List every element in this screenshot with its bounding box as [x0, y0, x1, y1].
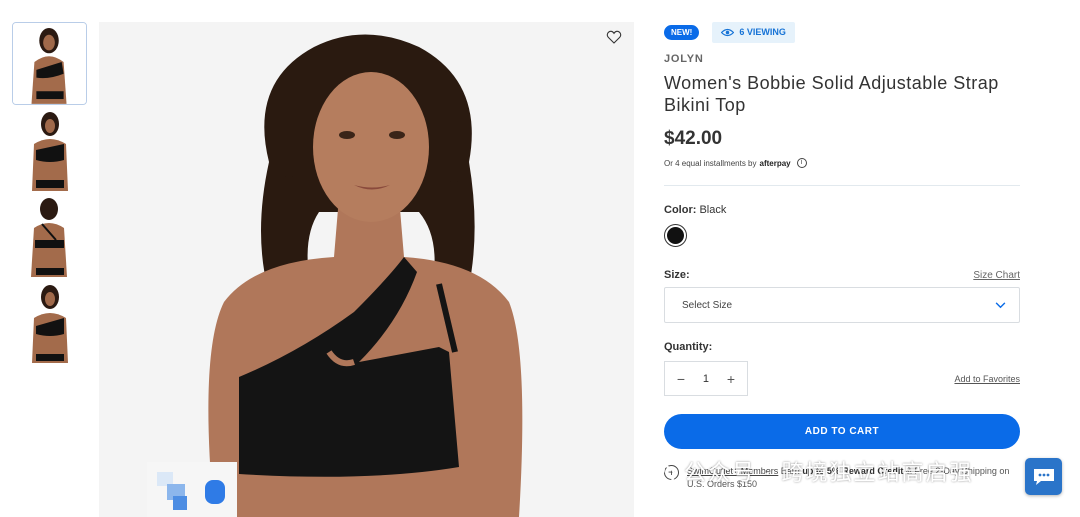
size-select-placeholder: Select Size — [682, 299, 733, 311]
viewing-count: 6 VIEWING — [739, 27, 786, 37]
thumbnail-front-view[interactable] — [12, 22, 87, 105]
quantity-stepper: − 1 + — [664, 361, 748, 396]
size-header: Size: Size Chart — [664, 269, 1020, 281]
color-label: Color: — [664, 204, 697, 216]
product-title: Women's Bobbie Solid Adjustable Strap Bi… — [664, 73, 999, 115]
quantity-label: Quantity: — [664, 341, 713, 353]
product-price: $42.00 — [664, 128, 723, 149]
thumbnail-side-view[interactable] — [12, 280, 87, 363]
quantity-row: − 1 + Add to Favorites — [664, 361, 1020, 396]
installments-info: Or 4 equal installments by afterpay i — [664, 158, 1020, 168]
heart-icon[interactable] — [606, 29, 622, 45]
chat-button[interactable] — [1025, 458, 1062, 495]
chevron-down-icon — [995, 301, 1006, 308]
badge-row: NEW! 6 VIEWING — [664, 22, 1020, 43]
afterpay-logo: afterpay — [759, 158, 791, 168]
thumbnail-angle-view[interactable] — [12, 108, 87, 191]
blurred-overlay — [147, 462, 237, 517]
watermark: 公众号 · 跨境独立站高启强 — [634, 452, 974, 490]
color-selector: Color: Black — [664, 204, 1020, 247]
watermark-text: 公众号 · 跨境独立站高启强 — [684, 460, 974, 485]
viewing-badge: 6 VIEWING — [712, 22, 795, 43]
quantity-value[interactable]: 1 — [703, 373, 709, 385]
wechat-icon — [635, 457, 675, 485]
info-icon[interactable]: i — [796, 158, 807, 168]
add-to-favorites-link[interactable]: Add to Favorites — [954, 374, 1020, 384]
new-badge: NEW! — [664, 25, 700, 40]
eye-icon — [721, 28, 735, 37]
thumbnail-back-view[interactable] — [12, 194, 87, 277]
size-select[interactable]: Select Size — [664, 287, 1020, 323]
installments-text: Or 4 equal installments by — [664, 158, 757, 168]
product-info-panel: NEW! 6 VIEWING JOLYN Women's Bobbie Soli… — [664, 22, 1020, 491]
divider — [664, 185, 1020, 186]
chat-icon — [1033, 468, 1054, 485]
thumbnail-list — [12, 22, 88, 366]
size-chart-link[interactable]: Size Chart — [973, 270, 1020, 281]
add-to-cart-button[interactable]: ADD TO CART — [664, 414, 1020, 449]
quantity-decrease-button[interactable]: − — [671, 371, 691, 387]
color-value: Black — [699, 204, 727, 216]
color-swatch-black[interactable] — [664, 224, 687, 247]
main-product-image[interactable] — [99, 22, 634, 517]
brand-name[interactable]: JOLYN — [664, 53, 1020, 65]
quantity-increase-button[interactable]: + — [721, 371, 741, 387]
model-photo — [99, 22, 634, 517]
size-label: Size: — [664, 269, 690, 281]
